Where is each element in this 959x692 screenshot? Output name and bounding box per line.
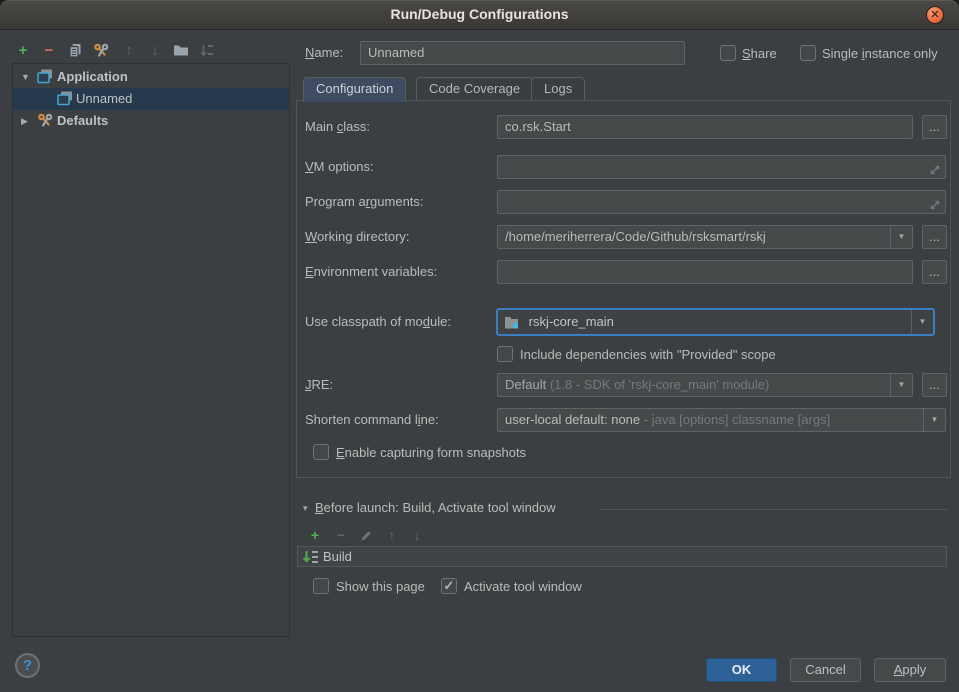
tree-item-label: Application [57,66,128,88]
name-input[interactable]: Unnamed [360,41,685,65]
activate-tool-window-label[interactable]: Activate tool window [464,578,582,595]
close-icon[interactable]: ✕ [926,6,944,24]
include-provided-checkbox[interactable]: ✓ [497,346,513,362]
shorten-command-line-label: Shorten command line: [305,408,439,432]
expand-field-icon[interactable] [929,196,941,214]
working-directory-browse-button[interactable]: ... [922,225,947,249]
tab-logs[interactable]: Logs [531,77,585,101]
main-class-value: co.rsk.Start [505,119,571,134]
module-icon [504,313,520,337]
environment-variables-label: Environment variables: [305,260,437,284]
before-launch-collapse-icon[interactable]: ▾ [303,496,308,520]
show-this-page-label[interactable]: Show this page [336,578,425,595]
working-directory-value: /home/meriherrera/Code/Github/rsksmart/r… [505,229,766,244]
help-icon[interactable]: ? [15,653,40,678]
sort-alphabetically-icon[interactable] [198,41,216,59]
tree-item-application[interactable]: ▼ Application [13,66,289,88]
main-class-input[interactable]: co.rsk.Start [497,115,913,139]
share-label[interactable]: Share [742,45,777,62]
expanded-triangle-icon[interactable]: ▼ [21,66,33,88]
cancel-button[interactable]: Cancel [790,658,861,682]
jre-browse-button[interactable]: ... [922,373,947,397]
share-checkbox[interactable]: ✓ [720,45,736,61]
apply-button[interactable]: Apply [874,658,946,682]
jre-combobox[interactable]: Default (1.8 - SDK of 'rskj-core_main' m… [497,373,913,397]
main-class-browse-button[interactable]: ... [922,115,947,139]
run-debug-configurations-dialog: Run/Debug Configurations ✕ + − ↑ ↓ ▼ App… [0,0,959,692]
move-task-down-icon[interactable]: ↓ [409,527,425,543]
jre-label: JRE: [305,373,333,397]
program-arguments-input[interactable] [497,190,946,214]
title-bar: Run/Debug Configurations ✕ [0,0,959,30]
remove-task-icon[interactable]: − [333,527,349,543]
shorten-value: user-local default: none [505,412,640,427]
application-type-icon [57,91,73,107]
module-value: rskj-core_main [529,314,614,329]
move-up-icon[interactable]: ↑ [120,41,138,59]
activate-tool-window-checkbox[interactable]: ✓ [441,578,457,594]
dropdown-arrow-icon[interactable]: ▼ [923,409,945,431]
move-task-up-icon[interactable]: ↑ [384,527,400,543]
before-launch-separator [600,509,947,510]
build-icon [302,549,319,570]
include-provided-label[interactable]: Include dependencies with "Provided" sco… [520,346,776,363]
jre-value: Default [505,377,546,392]
ok-button[interactable]: OK [706,658,777,682]
enable-capturing-label[interactable]: Enable capturing form snapshots [336,444,526,461]
jre-value-detail: (1.8 - SDK of 'rskj-core_main' module) [550,377,770,392]
copy-configuration-icon[interactable] [66,41,84,59]
program-arguments-label: Program arguments: [305,190,424,214]
working-directory-combobox[interactable]: /home/meriherrera/Code/Github/rsksmart/r… [497,225,913,249]
tree-item-label: Defaults [57,110,108,132]
tree-item-defaults[interactable]: ▶ Defaults [13,110,289,132]
tab-configuration[interactable]: Configuration [303,77,406,102]
shorten-command-line-combobox[interactable]: user-local default: none - java [options… [497,408,946,432]
expand-field-icon[interactable] [929,161,941,179]
task-label: Build [323,547,352,566]
name-label: Name: [305,41,343,65]
application-type-icon [37,69,53,85]
tab-code-coverage[interactable]: Code Coverage [416,77,533,101]
single-instance-label[interactable]: Single instance only [822,45,938,62]
main-class-label: Main class: [305,115,370,139]
name-value: Unnamed [368,45,424,60]
add-configuration-icon[interactable]: + [14,41,32,59]
defaults-wrench-icon [37,113,53,129]
module-combobox[interactable]: rskj-core_main ▼ [496,308,935,336]
move-down-icon[interactable]: ↓ [146,41,164,59]
tree-item-unnamed[interactable]: Unnamed [13,88,289,110]
before-launch-header[interactable]: Before launch: Build, Activate tool wind… [315,496,556,520]
new-folder-icon[interactable] [172,41,190,59]
before-launch-task-build[interactable]: Build [297,546,947,567]
edit-task-icon[interactable] [358,527,374,543]
enable-capturing-checkbox[interactable]: ✓ [313,444,329,460]
shorten-value-detail: - java [options] classname [args] [644,412,830,427]
window-title: Run/Debug Configurations [0,6,959,22]
configurations-tree: ▼ Application Unnamed ▶ Defaults [12,63,290,637]
add-task-icon[interactable]: + [307,527,323,543]
dropdown-arrow-icon[interactable]: ▼ [890,226,912,248]
collapsed-triangle-icon[interactable]: ▶ [21,110,33,132]
vm-options-input[interactable] [497,155,946,179]
environment-variables-browse-button[interactable]: ... [922,260,947,284]
single-instance-checkbox[interactable]: ✓ [800,45,816,61]
dropdown-arrow-icon[interactable]: ▼ [911,310,933,334]
use-classpath-label: Use classpath of module: [305,310,451,334]
environment-variables-input[interactable] [497,260,913,284]
edit-defaults-icon[interactable] [92,41,110,59]
show-this-page-checkbox[interactable]: ✓ [313,578,329,594]
working-directory-label: Working directory: [305,225,410,249]
remove-configuration-icon[interactable]: − [40,41,58,59]
vm-options-label: VM options: [305,155,374,179]
tree-item-label: Unnamed [76,88,132,110]
dropdown-arrow-icon[interactable]: ▼ [890,374,912,396]
